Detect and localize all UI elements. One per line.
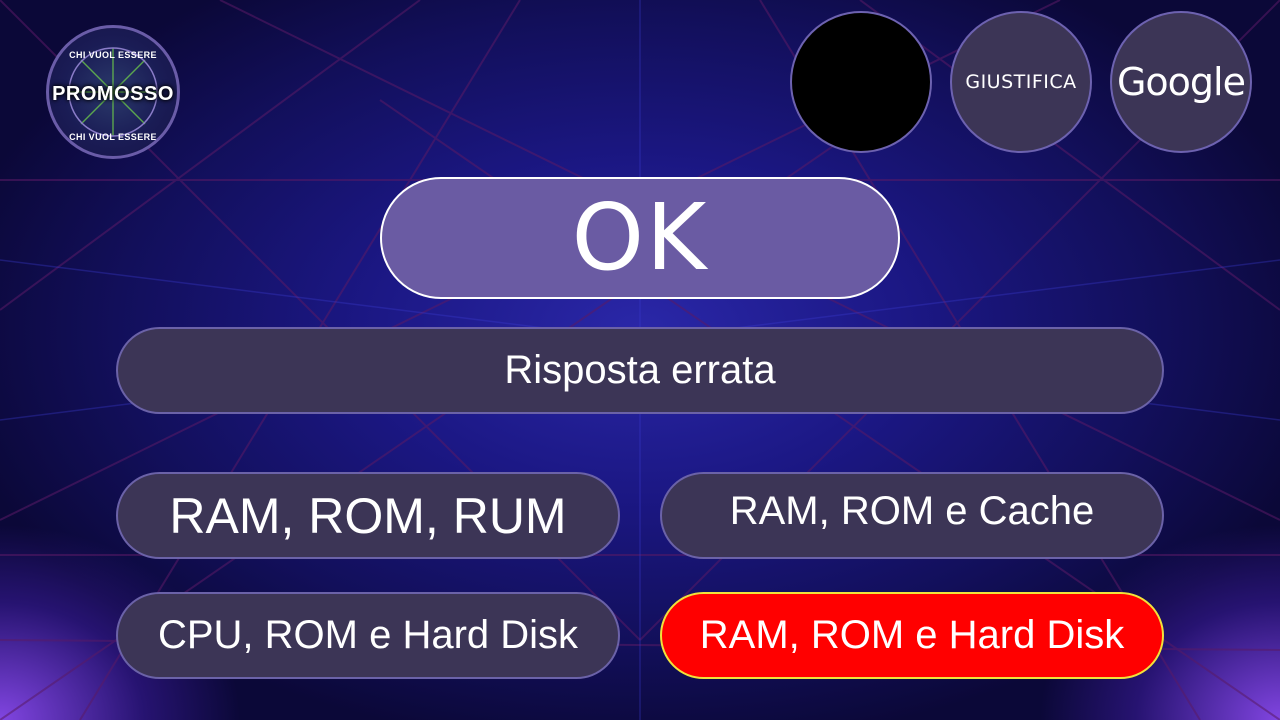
- ok-label: OK: [571, 184, 709, 291]
- answer-b-label: RAM, ROM e Cache: [729, 489, 1095, 533]
- question-box: Risposta errata: [116, 327, 1164, 414]
- answer-d-label: RAM, ROM e Hard Disk: [699, 613, 1125, 657]
- lifeline-justify-button[interactable]: GIUSTIFICA: [950, 11, 1092, 153]
- answer-a-label: RAM, ROM, RUM: [169, 487, 567, 544]
- question-text: Risposta errata: [504, 348, 776, 392]
- game-screen: CHI VUOL ESSERE PROMOSSO CHI VUOL ESSERE…: [0, 0, 1280, 720]
- answer-d-button[interactable]: RAM, ROM e Hard Disk: [660, 592, 1164, 679]
- lifeline-google-button[interactable]: Google: [1110, 11, 1252, 153]
- lifeline-blank-button[interactable]: [790, 11, 932, 153]
- game-logo: CHI VUOL ESSERE PROMOSSO CHI VUOL ESSERE: [46, 25, 180, 159]
- answer-a-button[interactable]: RAM, ROM, RUM: [116, 472, 620, 559]
- logo-arc-top: CHI VUOL ESSERE: [69, 50, 157, 60]
- answer-c-button[interactable]: CPU, ROM e Hard Disk: [116, 592, 620, 679]
- lifeline-justify-label: GIUSTIFICA: [965, 71, 1077, 93]
- ok-button[interactable]: OK: [380, 177, 900, 299]
- logo-title: PROMOSSO: [52, 83, 174, 105]
- answer-c-label: CPU, ROM e Hard Disk: [157, 613, 579, 657]
- answer-b-button[interactable]: RAM, ROM e Cache: [660, 472, 1164, 559]
- logo-arc-bottom: CHI VUOL ESSERE: [69, 132, 157, 142]
- lifeline-google-label: Google: [1116, 60, 1246, 104]
